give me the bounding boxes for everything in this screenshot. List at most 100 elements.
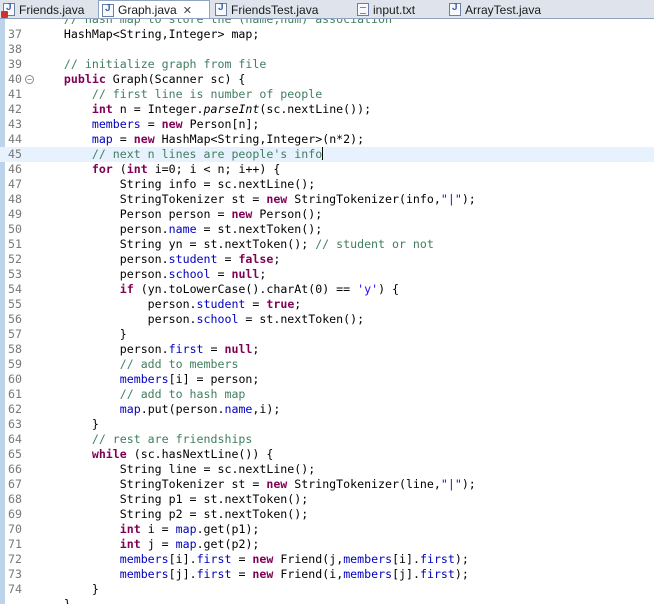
code-line[interactable]: 54 if (yn.toLowerCase().charAt(0) == 'y'… [0,282,654,297]
close-icon[interactable]: ✕ [183,4,192,17]
code-line[interactable]: 61 // add to hash map [0,387,654,402]
code-token: ,i); [252,402,281,416]
text-cursor [322,147,324,160]
code-token: [i]. [392,552,420,566]
code-line[interactable]: 38 [0,42,654,57]
code-text: String p1 = st.nextToken(); [36,492,308,507]
tab-input-txt[interactable]: input.txt [354,0,446,18]
code-line[interactable]: 40− public Graph(Scanner sc) { [0,72,654,87]
code-line[interactable]: 68 String p1 = st.nextToken(); [0,492,654,507]
code-token: members [119,567,169,581]
line-number: 49 [8,207,22,221]
code-token: j = [140,537,176,551]
code-line[interactable]: 42 int n = Integer.parseInt(sc.nextLine(… [0,102,654,117]
code-editor[interactable]: // hash map to store the (name,num) asso… [0,19,654,604]
code-line[interactable]: 67 StringTokenizer st = new StringTokeni… [0,477,654,492]
code-token: Person person = [36,207,232,221]
line-number: 65 [8,447,22,461]
code-line[interactable]: 41 // first line is number of people [0,87,654,102]
code-token: = [140,117,162,131]
code-token: student [168,252,218,266]
code-line[interactable]: 63 } [0,417,654,432]
line-number: 71 [8,537,22,551]
text-file-icon [357,3,369,16]
tab-arraytest-java[interactable]: ArrayTest.java [446,0,556,18]
line-number: 69 [8,507,22,521]
code-token: [j]. [168,567,197,581]
code-line[interactable]: 51 String yn = st.nextToken(); // studen… [0,237,654,252]
code-text: person.school = st.nextToken(); [36,312,364,327]
code-token: first [196,552,232,566]
code-line[interactable]: 58 person.first = null; [0,342,654,357]
code-token: if [119,282,134,296]
code-line[interactable]: 50 person.name = st.nextToken(); [0,222,654,237]
code-line[interactable]: 49 Person person = new Person(); [0,207,654,222]
java-file-icon [102,3,114,17]
line-number: 38 [8,42,22,56]
code-line[interactable]: 72 members[i].first = new Friend(j,membe… [0,552,654,567]
code-line[interactable]: 46 for (int i=0; i < n; i++) { [0,162,654,177]
code-line[interactable]: 69 String p2 = st.nextToken(); [0,507,654,522]
code-line[interactable]: 47 String info = sc.nextLine(); [0,177,654,192]
code-line[interactable]: 53 person.school = null; [0,267,654,282]
code-line[interactable]: 43 members = new Person[n]; [0,117,654,132]
code-line[interactable]: 71 int j = map.get(p2); [0,537,654,552]
code-token: name [168,222,197,236]
code-line[interactable]: 74 } [0,582,654,597]
tab-graph-java[interactable]: Graph.java ✕ [98,0,210,18]
code-line[interactable]: // hash map to store the (name,num) asso… [0,19,654,27]
tab-friends-java[interactable]: Friends.java [0,0,98,18]
code-line[interactable]: 73 members[j].first = new Friend(i,membe… [0,567,654,582]
code-line[interactable]: 60 members[i] = person; [0,372,654,387]
code-text: person.school = null; [36,267,267,282]
code-text: // add to members [36,357,239,372]
code-text: if (yn.toLowerCase().charAt(0) == 'y') { [36,282,399,297]
code-line[interactable]: 44 map = new HashMap<String,Integer>(n*2… [0,132,654,147]
code-line[interactable]: 66 String line = sc.nextLine(); [0,462,654,477]
line-number: 63 [8,417,22,431]
code-line[interactable]: 55 person.student = true; [0,297,654,312]
tab-friendstest-java[interactable]: FriendsTest.java [212,0,338,18]
fold-collapse-icon[interactable]: − [25,75,34,84]
code-line[interactable]: 70 int i = map.get(p1); [0,522,654,537]
code-line[interactable]: 65 while (sc.hasNextLine()) { [0,447,654,462]
code-line[interactable]: 62 map.put(person.name,i); [0,402,654,417]
code-line[interactable]: 45 // next n lines are people's info [0,147,654,162]
line-number: 72 [8,552,22,566]
code-text: // hash map to store the (name,num) asso… [36,19,392,27]
code-token: person. [36,312,197,326]
code-token: String p2 = st.nextToken(); [36,507,309,521]
code-token: new [266,477,288,491]
code-token: ( [112,162,127,176]
tab-label: Friends.java [19,2,85,17]
line-number: 61 [8,387,22,401]
code-line[interactable]: 56 person.school = st.nextToken(); [0,312,654,327]
line-number: 41 [8,87,22,101]
code-text: int n = Integer.parseInt(sc.nextLine()); [36,102,371,117]
code-token: map [175,537,197,551]
code-line[interactable]: 48 StringTokenizer st = new StringTokeni… [0,192,654,207]
code-text: StringTokenizer st = new StringTokenizer… [36,477,476,492]
line-number: 53 [8,267,22,281]
line-number: 59 [8,357,22,371]
code-text: Person person = new Person(); [36,207,322,222]
line-number: 67 [8,477,22,491]
code-text: // initialize graph from file [36,57,266,72]
line-number: 51 [8,237,22,251]
code-line[interactable]: 37 HashMap<String,Integer> map; [0,27,654,42]
code-text: for (int i=0; i < n; i++) { [36,162,281,177]
code-line[interactable]: 57 } [0,327,654,342]
code-text: } [36,327,127,342]
line-number: 58 [8,342,22,356]
code-token: // rest are friendships [36,432,253,446]
code-text: // add to hash map [36,387,246,402]
code-line[interactable]: } [0,597,654,604]
code-line[interactable]: 64 // rest are friendships [0,432,654,447]
line-number: 55 [8,297,22,311]
code-token: StringTokenizer(line, [287,477,441,491]
code-token: parseInt [203,102,260,116]
code-line[interactable]: 52 person.student = false; [0,252,654,267]
code-line[interactable]: 59 // add to members [0,357,654,372]
code-line[interactable]: 39 // initialize graph from file [0,57,654,72]
